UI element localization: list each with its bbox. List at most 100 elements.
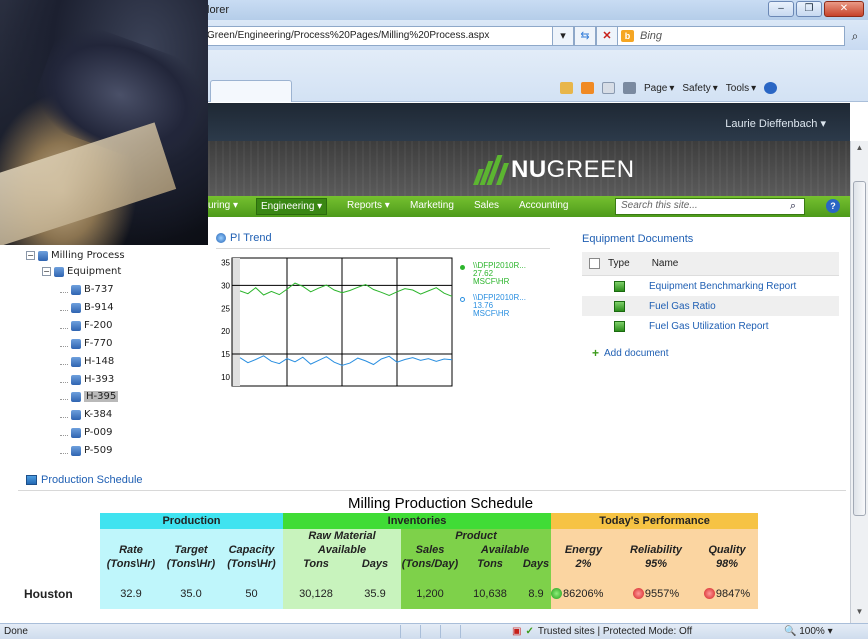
- plus-icon: +: [592, 346, 600, 360]
- nav-sales[interactable]: Sales: [474, 200, 499, 211]
- tree-node-milling[interactable]: − Milling Process: [26, 250, 125, 261]
- tree-item[interactable]: K-384: [60, 409, 112, 420]
- user-menu[interactable]: Laurie Dieffenbach ▾: [725, 117, 826, 130]
- collapse-icon[interactable]: −: [42, 267, 51, 276]
- tree-item[interactable]: P-009: [60, 427, 113, 438]
- cell-energy: 86206%: [551, 579, 616, 609]
- group-production: Production: [100, 513, 283, 529]
- close-button[interactable]: ✕: [824, 1, 864, 17]
- collapse-icon[interactable]: −: [26, 251, 35, 260]
- search-box[interactable]: b Bing ⌕: [617, 26, 858, 46]
- excel-icon: [614, 300, 625, 312]
- add-document-link[interactable]: + Add document: [592, 346, 669, 360]
- col-product-tons: Tons: [459, 557, 521, 571]
- nav-marketing[interactable]: Marketing: [410, 200, 454, 211]
- red-status-icon: [703, 588, 715, 599]
- col-sales: Sales: [401, 543, 459, 557]
- cell-sales: 1,200: [401, 579, 459, 609]
- cell-raw-tons: 30,128: [283, 579, 349, 609]
- nav-engineering[interactable]: Engineering ▾: [256, 198, 328, 215]
- page-menu[interactable]: Page ▾: [644, 83, 674, 94]
- print-icon[interactable]: [623, 82, 636, 94]
- tree-item[interactable]: P-509: [60, 445, 113, 456]
- col-rate: Rate: [100, 543, 162, 557]
- schedule-heading: Milling Production Schedule: [348, 495, 534, 512]
- help-icon[interactable]: ?: [826, 199, 840, 213]
- excel-icon: [614, 280, 625, 292]
- tree-item[interactable]: F-770: [60, 338, 112, 349]
- tree-node-equipment[interactable]: − Equipment: [42, 266, 121, 277]
- help-menu-icon[interactable]: [764, 82, 778, 94]
- document-row[interactable]: Equipment Benchmarking Report: [582, 276, 839, 296]
- mail-icon[interactable]: [602, 82, 615, 94]
- minimize-button[interactable]: –: [768, 1, 794, 17]
- y-ticks: 35 30 25 20 15 10: [221, 259, 230, 382]
- equipment-icon: [71, 338, 81, 349]
- document-link[interactable]: Fuel Gas Utilization Report: [649, 321, 769, 332]
- document-row[interactable]: Fuel Gas Utilization Report: [582, 316, 839, 336]
- logo-mark-icon: [473, 155, 510, 185]
- tree-item[interactable]: B-737: [60, 284, 114, 295]
- scroll-down-icon[interactable]: ▼: [851, 607, 868, 621]
- select-all-checkbox[interactable]: [589, 258, 600, 269]
- address-input[interactable]: Green/Engineering/Process%20Pages/Millin…: [202, 26, 572, 46]
- column-name[interactable]: Name: [652, 258, 679, 269]
- top-navigation: uring ▾ Engineering ▾ Reports ▾ Marketin…: [208, 196, 850, 217]
- site-search-icon[interactable]: ⌕: [783, 198, 803, 215]
- cell-quality: 9847%: [696, 579, 758, 609]
- col-target: Target: [162, 543, 220, 557]
- maximize-button[interactable]: ❐: [796, 1, 822, 17]
- nav-accounting[interactable]: Accounting: [519, 200, 568, 211]
- green-status-icon: [551, 588, 562, 599]
- page-scrollbar[interactable]: ▲ ▼: [850, 141, 868, 623]
- feeds-icon[interactable]: [581, 82, 594, 94]
- zoom-control[interactable]: 🔍 100% ▾: [784, 626, 833, 637]
- divider: [216, 248, 550, 249]
- tree-item[interactable]: H-393: [60, 374, 114, 385]
- search-placeholder: Bing: [640, 30, 663, 42]
- site-search-input[interactable]: Search this site...: [615, 198, 805, 215]
- status-text: Done: [4, 626, 28, 637]
- legend-item: \\DFPI2010R... 27.62 MSCF\HR: [460, 262, 526, 286]
- pi-trend-title[interactable]: PI Trend: [216, 232, 272, 244]
- security-zone[interactable]: ▣ ✓ Trusted sites | Protected Mode: Off: [512, 626, 692, 637]
- col-product-available: Available: [459, 543, 551, 557]
- nav-reports[interactable]: Reports ▾: [347, 200, 390, 211]
- table-row: Houston 32.9 35.0 50 30,128 35.9 1,200 1…: [18, 579, 758, 609]
- tools-menu[interactable]: Tools ▾: [726, 83, 756, 94]
- popup-blocked-icon: ▣: [512, 626, 522, 637]
- equipment-icon: [71, 284, 81, 295]
- col-rate-unit: (Tons\Hr): [100, 557, 162, 571]
- search-go-icon[interactable]: ⌕: [846, 27, 864, 47]
- address-dropdown-icon[interactable]: ▾: [552, 26, 574, 46]
- pi-trend-chart[interactable]: 35 30 25 20 15 10: [216, 254, 460, 390]
- column-type[interactable]: Type: [608, 258, 630, 269]
- document-link[interactable]: Equipment Benchmarking Report: [649, 281, 796, 292]
- tree-item[interactable]: B-914: [60, 302, 114, 313]
- stop-icon[interactable]: ✕: [596, 26, 618, 46]
- document-row[interactable]: Fuel Gas Ratio: [582, 296, 839, 316]
- safety-menu[interactable]: Safety ▾: [682, 83, 717, 94]
- bing-icon: b: [621, 30, 634, 42]
- document-link[interactable]: Fuel Gas Ratio: [649, 301, 716, 312]
- tree-item-selected[interactable]: H-395: [60, 391, 119, 402]
- nav-manufacturing[interactable]: uring ▾: [208, 200, 238, 211]
- production-schedule-title[interactable]: Production Schedule: [26, 474, 143, 486]
- sub-raw-material: Raw Material: [283, 529, 401, 543]
- cell-product-tons: 10,638: [459, 579, 521, 609]
- documents-table: Type Name Equipment Benchmarking Report …: [582, 252, 839, 336]
- tree-item[interactable]: H-148: [60, 356, 114, 367]
- group-inventories: Inventories: [283, 513, 551, 529]
- browser-tab[interactable]: [210, 80, 292, 102]
- col-raw-available: Available: [283, 543, 401, 557]
- scroll-up-icon[interactable]: ▲: [851, 143, 868, 157]
- equipment-icon: [71, 409, 81, 420]
- col-capacity: Capacity: [220, 543, 283, 557]
- excel-icon: [614, 320, 625, 332]
- site-logo[interactable]: NUGREEN: [473, 155, 635, 185]
- tree-item[interactable]: F-200: [60, 320, 112, 331]
- equipment-documents-title[interactable]: Equipment Documents: [582, 233, 693, 245]
- scroll-thumb[interactable]: [853, 181, 866, 516]
- home-icon[interactable]: [560, 82, 573, 94]
- refresh-icon[interactable]: ⇆: [574, 26, 596, 46]
